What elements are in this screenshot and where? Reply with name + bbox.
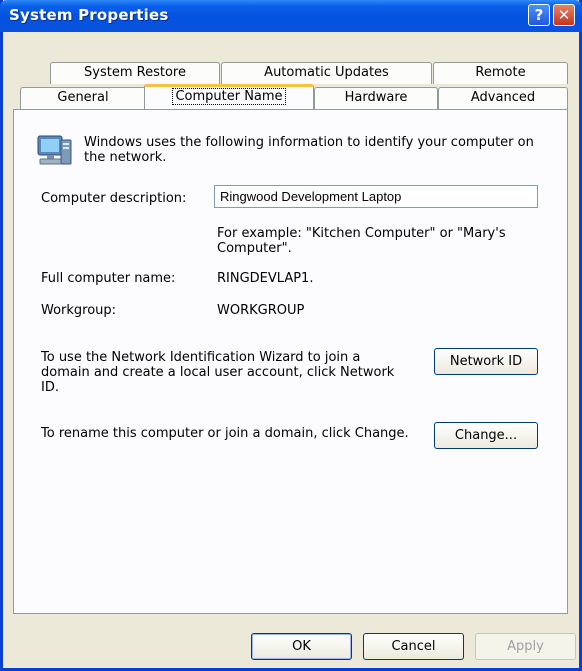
cancel-button[interactable]: Cancel xyxy=(363,633,464,660)
window-title: System Properties xyxy=(9,6,169,24)
tab-advanced[interactable]: Advanced xyxy=(438,87,568,109)
help-button[interactable]: ? xyxy=(528,4,550,26)
tab-general[interactable]: General xyxy=(20,87,146,109)
tab-remote[interactable]: Remote xyxy=(433,62,568,84)
network-id-button[interactable]: Network ID xyxy=(434,348,538,375)
wizard-text: To use the Network Identification Wizard… xyxy=(41,350,395,395)
rename-text: To rename this computer or join a domain… xyxy=(41,426,409,441)
full-name-value: RINGDEVLAP1. xyxy=(217,271,314,286)
example-text: For example: "Kitchen Computer" or "Mary… xyxy=(217,226,506,256)
description-label: Computer description: xyxy=(41,191,186,206)
tab-hardware[interactable]: Hardware xyxy=(314,87,438,109)
ok-button[interactable]: OK xyxy=(251,633,352,660)
tab-computer-name[interactable]: Computer Name xyxy=(144,84,314,109)
workgroup-value: WORKGROUP xyxy=(217,303,305,318)
title-bar[interactable]: System Properties ? ✕ xyxy=(0,0,582,32)
description-label-text: Computer description: xyxy=(41,191,187,206)
close-button[interactable]: ✕ xyxy=(553,4,575,26)
change-button[interactable]: Change... xyxy=(434,422,538,449)
workgroup-label: Workgroup: xyxy=(41,303,117,318)
tab-system-restore[interactable]: System Restore xyxy=(50,62,220,84)
intro-text: Windows uses the following information t… xyxy=(84,135,534,165)
full-name-label: Full computer name: xyxy=(41,271,176,286)
tab-computer-name-label: Computer Name xyxy=(172,88,286,105)
apply-button[interactable]: Apply xyxy=(475,633,576,660)
tab-automatic-updates[interactable]: Automatic Updates xyxy=(221,62,432,84)
computer-description-input[interactable] xyxy=(214,185,538,208)
computer-icon xyxy=(37,135,72,165)
system-properties-window: System Properties ? ✕ System Restore Aut… xyxy=(0,0,582,671)
